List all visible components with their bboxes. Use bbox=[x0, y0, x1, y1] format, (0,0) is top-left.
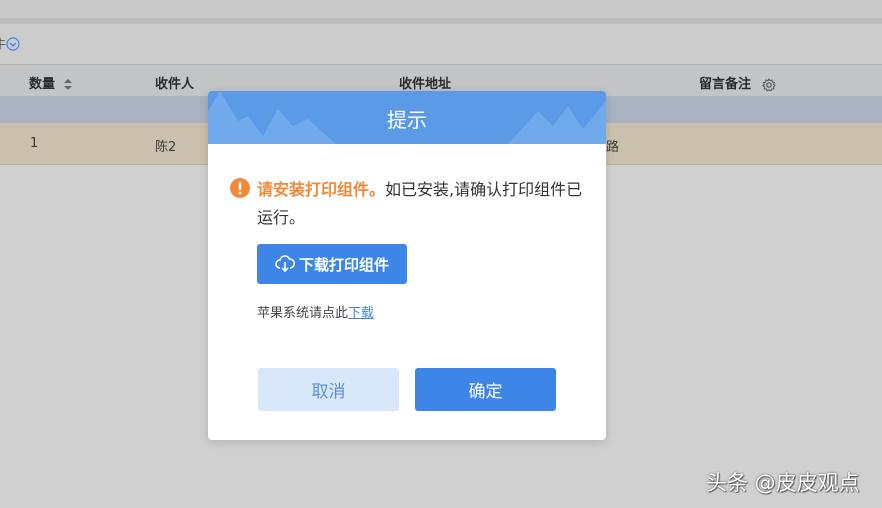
cancel-button[interactable]: 取消 bbox=[258, 368, 399, 411]
cell-address-fragment: 路 bbox=[606, 140, 620, 155]
warning-icon bbox=[230, 178, 250, 198]
dialog-message-strong: 请安装打印组件。 bbox=[257, 180, 386, 199]
column-header-recipient: 收件人 bbox=[155, 77, 195, 92]
column-header-address: 收件地址 bbox=[399, 77, 452, 92]
sort-icon[interactable] bbox=[63, 79, 72, 90]
column-header-quantity[interactable]: 数量 bbox=[29, 73, 72, 92]
cloud-download-icon bbox=[275, 255, 295, 273]
download-print-component-button[interactable]: 下载打印组件 bbox=[257, 244, 407, 284]
mac-download-line: 苹果系统请点此下载 bbox=[257, 302, 374, 321]
download-print-component-label: 下载打印组件 bbox=[298, 255, 389, 274]
cell-recipient: 陈2 bbox=[155, 140, 177, 155]
column-header-remark: 留言备注 bbox=[699, 73, 776, 92]
chevron-down-icon[interactable] bbox=[6, 37, 20, 51]
column-header-quantity-label: 数量 bbox=[29, 77, 56, 92]
top-bar bbox=[0, 0, 882, 18]
toolbar bbox=[0, 24, 882, 64]
column-header-remark-label: 留言备注 bbox=[699, 77, 752, 92]
confirm-button[interactable]: 确定 bbox=[415, 368, 556, 411]
dialog-header: 提示 bbox=[208, 91, 606, 144]
watermark: 头条 @皮皮观点 bbox=[706, 471, 860, 495]
cell-quantity: 1 bbox=[30, 136, 39, 151]
mac-download-text: 苹果系统请点此 bbox=[257, 306, 349, 321]
dialog-message: 请安装打印组件。如已安装,请确认打印组件已运行。 bbox=[257, 176, 592, 232]
dialog-title: 提示 bbox=[387, 108, 427, 132]
gear-icon[interactable] bbox=[761, 77, 776, 92]
mac-download-link[interactable]: 下载 bbox=[348, 306, 374, 321]
install-print-component-dialog: 提示 请安装打印组件。如已安装,请确认打印组件已运行。 下载打印组件 苹果系统请… bbox=[208, 91, 606, 440]
